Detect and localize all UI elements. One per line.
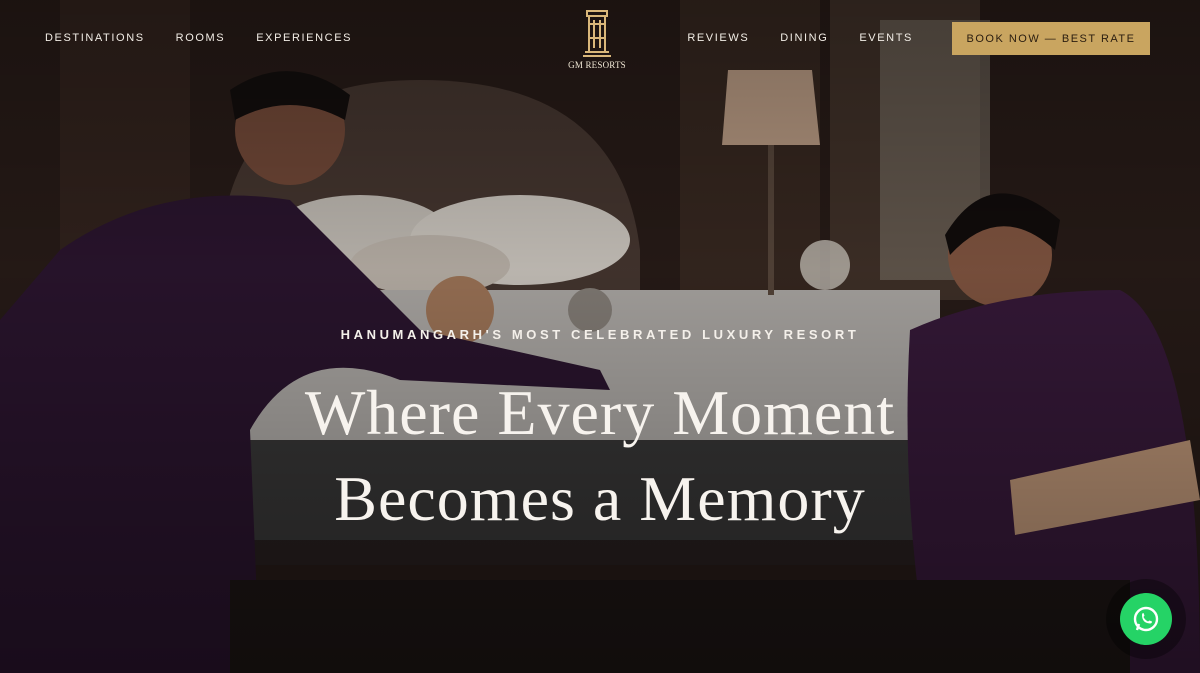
nav-item-rooms[interactable]: ROOMS [176,32,226,44]
nav-item-destinations[interactable]: DESTINATIONS [45,32,145,44]
hero-headline: Where Every Moment Becomes a Memory [0,370,1200,542]
whatsapp-icon [1133,606,1159,632]
nav-left-group: DESTINATIONS ROOMS EXPERIENCES [45,32,352,44]
main-nav: DESTINATIONS ROOMS EXPERIENCES GM RESORT… [0,0,1200,80]
nav-item-experiences[interactable]: EXPERIENCES [256,32,352,44]
hero-headline-line-2: Becomes a Memory [334,463,866,534]
hero-eyebrow: HANUMANGARH'S MOST CELEBRATED LUXURY RES… [340,327,860,342]
whatsapp-button[interactable] [1120,593,1172,645]
nav-item-dining[interactable]: DINING [780,32,828,44]
book-now-button[interactable]: BOOK NOW — BEST RATE [952,22,1150,55]
hero-headline-line-1: Where Every Moment [304,377,896,448]
hero-section: DESTINATIONS ROOMS EXPERIENCES GM RESORT… [0,0,1200,673]
brand-logo[interactable]: GM RESORTS [565,8,629,72]
brand-name: GM RESORTS [568,60,626,70]
nav-item-events[interactable]: EVENTS [859,32,913,44]
nav-right-group: REVIEWS DINING EVENTS [687,32,913,44]
logo-mark-icon [583,10,611,57]
nav-item-reviews[interactable]: REVIEWS [687,32,749,44]
